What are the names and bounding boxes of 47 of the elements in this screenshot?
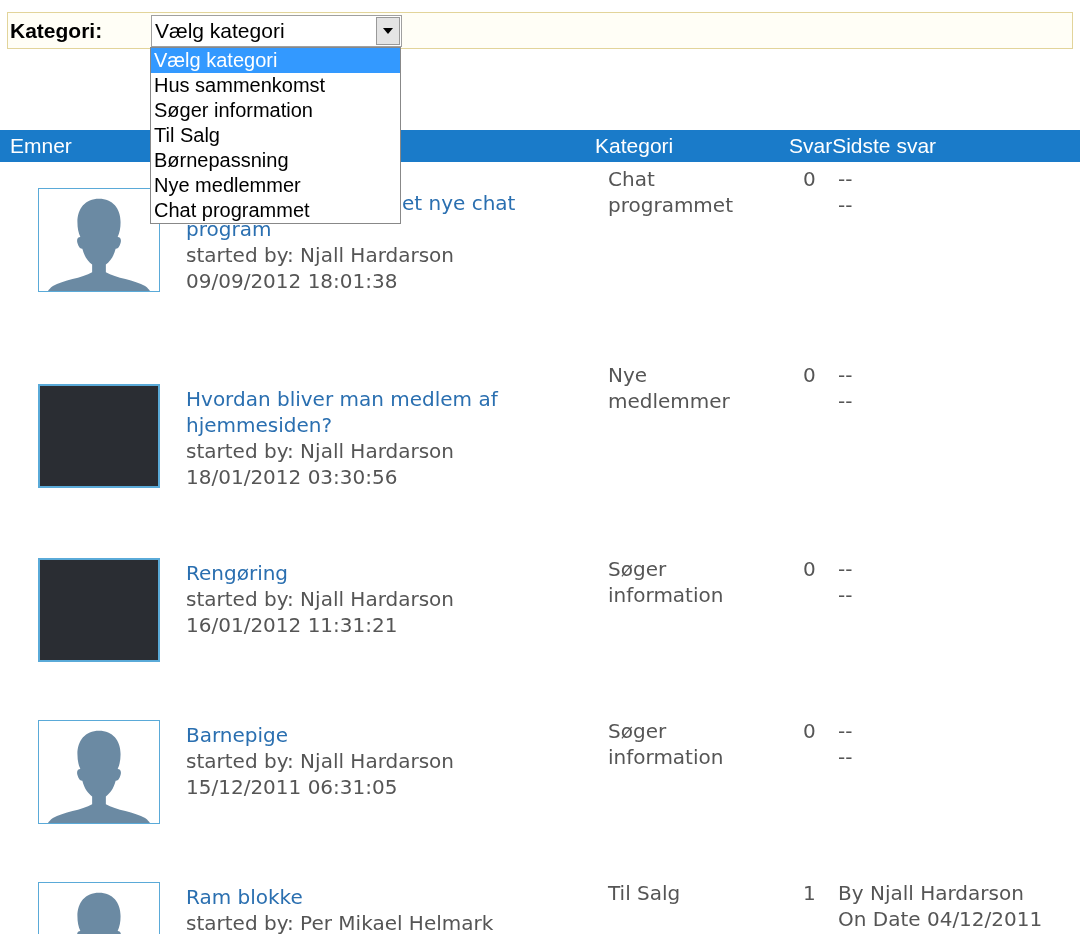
- dropdown-option[interactable]: Nye medlemmer: [151, 173, 400, 198]
- last-reply-text: By Njall Hardarson: [838, 880, 1025, 906]
- column-header: Sidste svar: [832, 134, 937, 158]
- last-reply-text: --: [838, 556, 853, 582]
- topic-link[interactable]: Hvordan bliver man medlem af: [186, 386, 498, 412]
- topic-date: 16/01/2012 11:31:21: [186, 612, 399, 638]
- reply-count: 0: [803, 719, 816, 743]
- dropdown-option[interactable]: Til Salg: [151, 123, 400, 148]
- topic-author: started by: Njall Hardarson: [186, 438, 456, 464]
- last-reply-text: On Date 04/12/2011: [838, 906, 1043, 932]
- topic-author: started by: Per Mikael Helmark: [186, 910, 494, 934]
- dropdown-option[interactable]: Hus sammenkomst: [151, 73, 400, 98]
- topic-link[interactable]: Ram blokke: [186, 884, 494, 910]
- topic-author: started by: Njall Hardarson: [186, 586, 455, 612]
- topic-date: 09/09/2012 18:01:38: [186, 268, 399, 294]
- last-reply-text: --: [838, 362, 853, 388]
- category-cell-text: Til Salg: [608, 880, 682, 906]
- reply-count: 1: [803, 881, 816, 905]
- reply-count: 0: [803, 557, 816, 581]
- last-reply-text: --: [838, 192, 853, 218]
- topic-date: 15/12/2011 06:31:05: [186, 774, 399, 800]
- column-header: Emner: [10, 134, 72, 158]
- dropdown-option[interactable]: Børnepassning: [151, 148, 400, 173]
- last-reply-text: --: [838, 718, 853, 744]
- reply-count: 0: [803, 363, 816, 387]
- last-reply-text: --: [838, 744, 853, 770]
- reply-count: 0: [803, 167, 816, 191]
- dropdown-option[interactable]: Chat programmet: [151, 198, 400, 223]
- filter-label: Kategori:: [10, 17, 104, 44]
- topic-author: started by: Njall Hardarson: [186, 242, 456, 268]
- topic-link[interactable]: hjemmesiden?: [186, 412, 498, 438]
- column-header: Kategori: [595, 134, 674, 158]
- column-header: Svar: [789, 134, 833, 158]
- category-cell-text: Søger information: [608, 556, 725, 608]
- category-cell-text: Nye medlemmer: [608, 362, 731, 414]
- dropdown-option[interactable]: Vælg kategori: [151, 48, 400, 73]
- dropdown-option[interactable]: Søger information: [151, 98, 400, 123]
- topic-date: 18/01/2012 03:30:56: [186, 464, 399, 490]
- topic-link[interactable]: Rengøring: [186, 560, 455, 586]
- category-cell-text: Chat programmet: [608, 166, 734, 218]
- last-reply-text: --: [838, 388, 853, 414]
- topic-author: started by: Njall Hardarson: [186, 748, 455, 774]
- topic-link[interactable]: Barnepige: [186, 722, 455, 748]
- category-cell-text: Søger information: [608, 718, 725, 770]
- last-reply-text: --: [838, 582, 853, 608]
- category-select[interactable]: Vælg kategori: [151, 14, 402, 47]
- last-reply-text: --: [838, 166, 853, 192]
